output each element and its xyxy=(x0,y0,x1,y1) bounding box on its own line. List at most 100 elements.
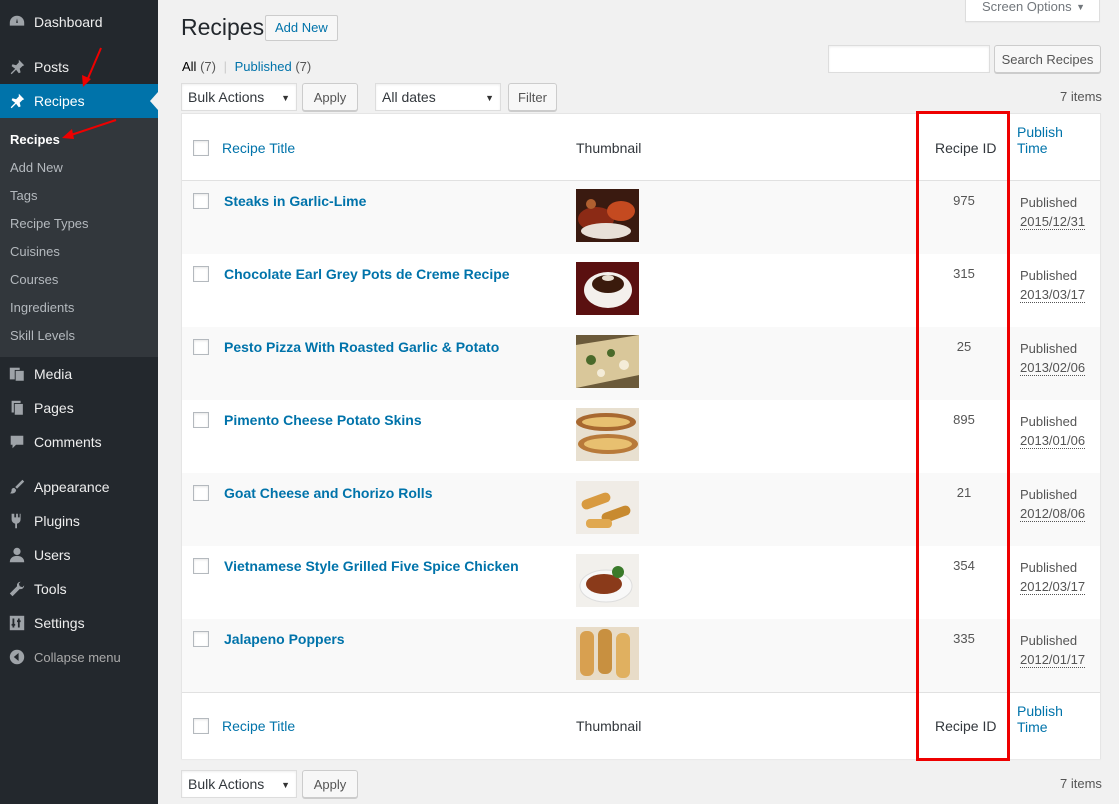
recipe-thumbnail[interactable] xyxy=(576,335,639,388)
menu-dashboard[interactable]: Dashboard xyxy=(0,5,158,39)
publish-date: 2013/02/06 xyxy=(1020,360,1086,376)
row-checkbox[interactable] xyxy=(193,339,209,355)
recipe-thumbnail[interactable] xyxy=(576,408,639,461)
publish-status: Published 2013/02/06 xyxy=(1020,339,1086,377)
menu-label: Tools xyxy=(34,581,67,597)
recipe-thumbnail[interactable] xyxy=(576,262,639,315)
table-row: Steaks in Garlic-Lime 975 Published 2015/… xyxy=(182,181,1100,254)
column-publish-time[interactable]: Publish Time xyxy=(1017,124,1063,156)
publish-date: 2013/03/17 xyxy=(1020,287,1086,303)
admin-sidebar: Dashboard Posts Recipes Recipes Add New … xyxy=(0,0,158,804)
recipe-id: 21 xyxy=(956,485,972,500)
table-row: Goat Cheese and Chorizo Rolls 21 Publish… xyxy=(182,473,1100,546)
table-row: Jalapeno Poppers 335 Published 2012/01/17 xyxy=(182,619,1100,692)
publish-date: 2015/12/31 xyxy=(1020,214,1086,230)
row-checkbox[interactable] xyxy=(193,266,209,282)
status-filter-links: All (7) | Published (7) xyxy=(182,59,311,74)
date-filter-select[interactable]: All dates ▼ xyxy=(375,83,501,111)
apply-button-top[interactable]: Apply xyxy=(302,83,358,111)
dashboard-icon xyxy=(0,5,34,39)
publish-status: Published 2015/12/31 xyxy=(1020,193,1086,231)
table-row: Vietnamese Style Grilled Five Spice Chic… xyxy=(182,546,1100,619)
menu-label: Posts xyxy=(34,59,70,75)
bulk-actions-select-bottom[interactable]: Bulk Actions ▼ xyxy=(181,770,297,798)
menu-recipes[interactable]: Recipes xyxy=(0,84,158,118)
status-text: Published xyxy=(1020,487,1078,502)
recipe-title-link[interactable]: Pimento Cheese Potato Skins xyxy=(224,412,422,428)
plug-icon xyxy=(0,504,34,538)
recipe-thumbnail[interactable] xyxy=(576,189,639,242)
status-text: Published xyxy=(1020,195,1078,210)
publish-status: Published 2012/03/17 xyxy=(1020,558,1086,596)
filter-all-count: (7) xyxy=(200,59,216,74)
settings-icon xyxy=(0,606,34,640)
media-icon xyxy=(0,357,34,391)
submenu-skill-levels[interactable]: Skill Levels xyxy=(10,328,75,343)
menu-comments[interactable]: Comments xyxy=(0,425,158,459)
recipe-title-link[interactable]: Jalapeno Poppers xyxy=(224,631,345,647)
column-recipe-id: Recipe ID xyxy=(935,140,997,156)
select-all-checkbox-footer[interactable] xyxy=(193,718,209,734)
recipe-title-link[interactable]: Vietnamese Style Grilled Five Spice Chic… xyxy=(224,558,519,574)
row-checkbox[interactable] xyxy=(193,193,209,209)
apply-button-bottom[interactable]: Apply xyxy=(302,770,358,798)
menu-posts[interactable]: Posts xyxy=(0,50,158,84)
submenu-ingredients[interactable]: Ingredients xyxy=(10,300,74,315)
recipe-id: 895 xyxy=(953,412,975,427)
menu-media[interactable]: Media xyxy=(0,357,158,391)
submenu-add-new[interactable]: Add New xyxy=(10,160,63,175)
menu-label: Media xyxy=(34,366,73,382)
menu-label: Dashboard xyxy=(34,14,103,30)
recipes-submenu: Recipes Add New Tags Recipe Types Cuisin… xyxy=(0,118,158,357)
menu-label: Settings xyxy=(34,615,85,631)
publish-status: Published 2013/03/17 xyxy=(1020,266,1086,304)
column-publish-label: Publish xyxy=(1017,124,1063,140)
select-all-checkbox[interactable] xyxy=(193,140,209,156)
search-recipes-button[interactable]: Search Recipes xyxy=(994,45,1101,73)
submenu-cuisines[interactable]: Cuisines xyxy=(10,244,60,259)
row-checkbox[interactable] xyxy=(193,558,209,574)
recipe-id: 975 xyxy=(953,193,975,208)
menu-appearance[interactable]: Appearance xyxy=(0,470,158,504)
submenu-recipe-types[interactable]: Recipe Types xyxy=(10,216,89,231)
column-recipe-title-footer[interactable]: Recipe Title xyxy=(222,718,295,734)
recipe-thumbnail[interactable] xyxy=(576,627,639,680)
menu-label: Plugins xyxy=(34,513,80,529)
recipe-title-link[interactable]: Steaks in Garlic-Lime xyxy=(224,193,366,209)
menu-tools[interactable]: Tools xyxy=(0,572,158,606)
status-text: Published xyxy=(1020,341,1078,356)
recipe-title-link[interactable]: Chocolate Earl Grey Pots de Creme Recipe xyxy=(224,266,510,282)
column-time-label: Time xyxy=(1017,140,1048,156)
recipe-thumbnail[interactable] xyxy=(576,554,639,607)
screen-options-button[interactable]: Screen Options ▼ xyxy=(965,0,1100,22)
bulk-actions-select-top[interactable]: Bulk Actions ▼ xyxy=(181,83,297,111)
table-row: Chocolate Earl Grey Pots de Creme Recipe… xyxy=(182,254,1100,327)
submenu-courses[interactable]: Courses xyxy=(10,272,58,287)
filter-all-link[interactable]: All xyxy=(182,59,196,74)
submenu-tags[interactable]: Tags xyxy=(10,188,37,203)
submenu-recipes[interactable]: Recipes xyxy=(10,132,60,147)
menu-settings[interactable]: Settings xyxy=(0,606,158,640)
search-input[interactable] xyxy=(828,45,990,73)
menu-users[interactable]: Users xyxy=(0,538,158,572)
user-icon xyxy=(0,538,34,572)
column-recipe-title[interactable]: Recipe Title xyxy=(222,140,295,156)
recipe-title-link[interactable]: Pesto Pizza With Roasted Garlic & Potato xyxy=(224,339,499,355)
recipe-thumbnail[interactable] xyxy=(576,481,639,534)
menu-plugins[interactable]: Plugins xyxy=(0,504,158,538)
pin-icon xyxy=(0,84,34,118)
column-publish-time-footer[interactable]: Publish Time xyxy=(1017,703,1063,735)
bulk-actions-label: Bulk Actions xyxy=(188,89,265,105)
publish-date: 2012/03/17 xyxy=(1020,579,1086,595)
row-checkbox[interactable] xyxy=(193,412,209,428)
menu-pages[interactable]: Pages xyxy=(0,391,158,425)
row-checkbox[interactable] xyxy=(193,485,209,501)
filter-published-link[interactable]: Published xyxy=(235,59,292,74)
add-new-button[interactable]: Add New xyxy=(265,15,338,41)
column-thumbnail-footer: Thumbnail xyxy=(576,718,642,734)
collapse-menu-button[interactable]: Collapse menu xyxy=(0,640,158,674)
filter-button[interactable]: Filter xyxy=(508,83,557,111)
row-checkbox[interactable] xyxy=(193,631,209,647)
column-thumbnail: Thumbnail xyxy=(576,140,642,156)
recipe-title-link[interactable]: Goat Cheese and Chorizo Rolls xyxy=(224,485,432,501)
